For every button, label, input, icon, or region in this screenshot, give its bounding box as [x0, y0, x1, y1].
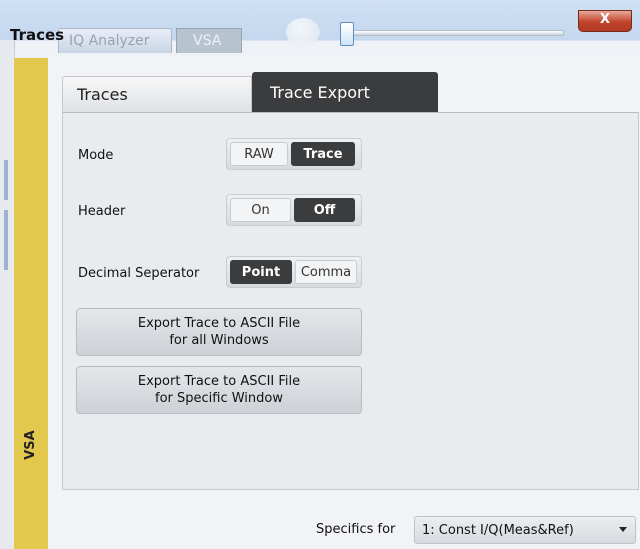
background-marker [4, 210, 8, 270]
tab-traces[interactable]: Traces [62, 76, 252, 112]
tab-trace-export[interactable]: Trace Export [252, 72, 438, 112]
specifics-for-value: 1: Const I/Q(Meas&Ref) [422, 522, 574, 538]
export-specific-window-button[interactable]: Export Trace to ASCII File for Specific … [76, 366, 362, 414]
decimal-comma-option[interactable]: Comma [295, 260, 357, 284]
tab-bar: Traces Trace Export [62, 72, 438, 112]
specifics-for-label: Specifics for [316, 522, 396, 537]
mode-raw-option[interactable]: RAW [230, 142, 288, 166]
decimal-separator-toggle[interactable]: Point Comma [226, 256, 362, 288]
transparency-slider-track[interactable] [346, 30, 564, 36]
header-off-option[interactable]: Off [294, 198, 355, 222]
export-all-windows-button[interactable]: Export Trace to ASCII File for all Windo… [76, 308, 362, 356]
close-button[interactable]: X [578, 10, 632, 32]
background-tab-vsa-label: VSA [193, 33, 222, 49]
background-tab-vsa[interactable]: VSA [176, 28, 242, 53]
side-bar [14, 58, 49, 549]
chevron-down-icon [619, 527, 627, 532]
decimal-point-option[interactable]: Point [230, 260, 292, 284]
background-tab-iq-label: IQ Analyzer [69, 33, 150, 49]
mode-trace-option[interactable]: Trace [291, 142, 355, 166]
specifics-for-select[interactable]: 1: Const I/Q(Meas&Ref) [414, 516, 636, 544]
header-on-option[interactable]: On [230, 198, 291, 222]
header-label: Header [78, 204, 126, 219]
mode-toggle[interactable]: RAW Trace [226, 138, 362, 170]
background-tab-iq-analyzer[interactable]: IQ Analyzer [58, 28, 172, 53]
export-all-line1: Export Trace to ASCII File [137, 316, 301, 331]
export-specific-line1: Export Trace to ASCII File [137, 374, 301, 389]
background-marker [4, 160, 8, 200]
decimal-separator-label: Decimal Seperator [78, 266, 200, 281]
export-specific-line2: for Specific Window [155, 391, 283, 406]
export-all-line2: for all Windows [169, 333, 269, 348]
background-left-strip [0, 40, 15, 549]
decorative-circle [286, 18, 320, 46]
dialog-title: Traces [10, 26, 65, 44]
transparency-slider-thumb[interactable] [340, 22, 354, 46]
mode-label: Mode [78, 148, 114, 163]
header-toggle[interactable]: On Off [226, 194, 362, 226]
